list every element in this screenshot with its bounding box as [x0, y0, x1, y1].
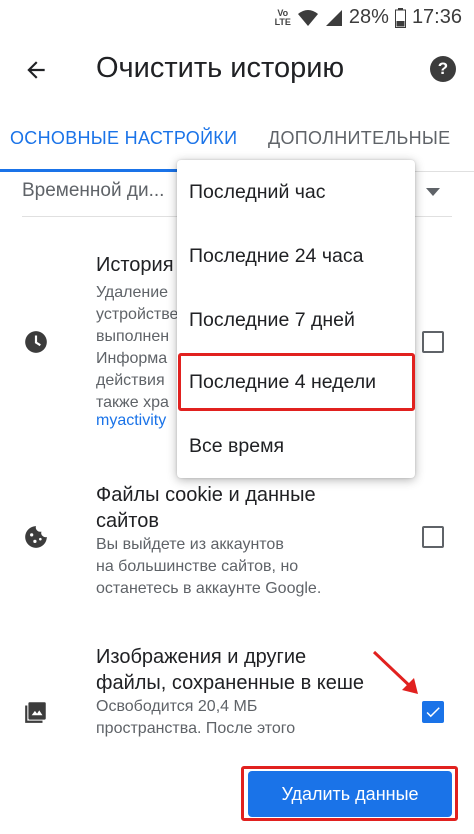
wifi-icon — [297, 9, 319, 27]
title-line: файлы, сохраненные в кеше — [96, 672, 365, 694]
status-indicators: Vo LTE 28% 17:36 — [275, 6, 462, 29]
menu-item-last-hour[interactable]: Последний час — [177, 160, 415, 224]
dropdown-arrow-icon — [426, 188, 440, 196]
image-icon — [22, 698, 50, 726]
title-line: сайтов — [96, 510, 159, 532]
history-checkbox[interactable] — [422, 331, 444, 353]
menu-item-all-time[interactable]: Все время — [177, 414, 415, 478]
time-range-dropdown-menu: Последний час Последние 24 часа Последни… — [177, 160, 415, 478]
tab-advanced-settings[interactable]: ДОПОЛНИТЕЛЬНЫЕ — [268, 128, 450, 149]
cached-images-checkbox[interactable] — [422, 701, 444, 723]
description-line: пространства. После этого — [96, 720, 296, 737]
cookie-icon — [22, 523, 50, 551]
description-line: останетесь в аккаунте Google. — [96, 580, 322, 597]
app-bar: Очистить историю ? — [0, 34, 474, 106]
clock-time: 17:36 — [411, 6, 462, 28]
delete-data-button[interactable]: Удалить данные — [248, 771, 452, 817]
arrow-back-icon — [27, 61, 45, 79]
myactivity-link[interactable]: myactivity — [96, 412, 166, 430]
menu-highlight-annotation — [178, 353, 415, 411]
cached-images-description: Освободится 20,4 МБ пространства. После … — [96, 696, 396, 740]
cookies-checkbox[interactable] — [422, 526, 444, 548]
tab-basic-settings[interactable]: ОСНОВНЫЕ НАСТРОЙКИ — [10, 128, 237, 149]
time-range-label: Временной ди... — [22, 180, 165, 201]
description-line: Освободится 20,4 МБ — [96, 698, 258, 715]
menu-item-last-7-days[interactable]: Последние 7 дней — [177, 288, 415, 352]
help-icon: ? — [437, 59, 449, 78]
description-line: на большинстве сайтов, но — [96, 558, 299, 575]
page-title: Очистить историю — [96, 52, 345, 84]
check-icon — [426, 707, 440, 718]
description-line: Вы выйдете из аккаунтов — [96, 536, 284, 553]
title-line: Файлы cookie и данные — [96, 484, 316, 506]
help-button[interactable]: ? — [430, 56, 456, 82]
signal-icon — [325, 9, 343, 27]
menu-item-last-24-hours[interactable]: Последние 24 часа — [177, 224, 415, 288]
battery-icon — [394, 7, 406, 28]
title-line: Изображения и другие — [96, 646, 307, 668]
battery-percent: 28% — [348, 6, 389, 28]
list-item-cookies[interactable]: Файлы cookie и данные сайтов Вы выйдете … — [0, 478, 474, 618]
clock-icon — [22, 328, 50, 356]
cookies-title: Файлы cookie и данные сайтов — [96, 482, 396, 534]
status-bar: Vo LTE 28% 17:36 — [0, 0, 474, 34]
red-arrow-annotation — [372, 650, 418, 694]
volte-indicator: Vo LTE — [274, 7, 291, 27]
back-button[interactable] — [18, 52, 54, 88]
cookies-description: Вы выйдете из аккаунтов на большинстве с… — [96, 534, 396, 600]
cached-images-title: Изображения и другие файлы, сохраненные … — [96, 644, 396, 696]
